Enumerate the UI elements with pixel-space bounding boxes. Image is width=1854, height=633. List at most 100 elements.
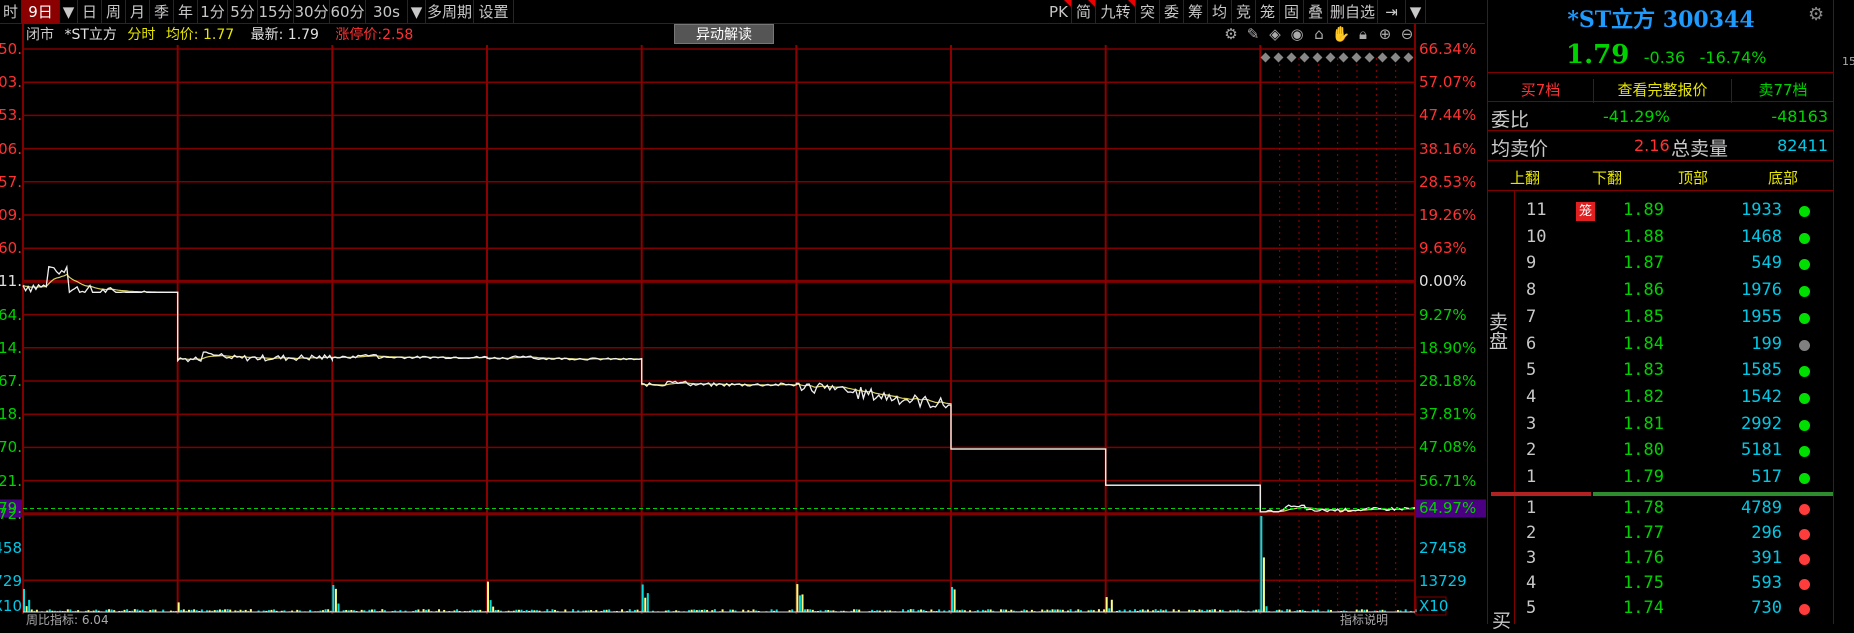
pen-icon[interactable]: ✎ (1242, 25, 1264, 43)
hand-icon[interactable]: ✋ (1330, 25, 1352, 43)
level-number: 7 (1526, 307, 1536, 327)
diamond-marker (1391, 53, 1401, 63)
gear-icon[interactable]: ⚙ (1808, 4, 1824, 25)
sell-level-row[interactable]: 41.821542 (1514, 387, 1834, 412)
level-volume: 296 (1751, 523, 1782, 543)
level-price: 1.75 (1623, 573, 1664, 593)
diamond-icon[interactable]: ◈ (1264, 25, 1286, 43)
level-price: 1.83 (1623, 360, 1664, 380)
pct-axis-label: 57.07% (1419, 74, 1476, 90)
stock-name: *ST立方 (64, 27, 116, 43)
volume-bar (337, 604, 339, 612)
status-dot-icon (1799, 313, 1810, 324)
bottom-button[interactable]: 底部 (1768, 167, 1798, 188)
level-volume: 549 (1751, 253, 1782, 273)
volume-bar (28, 600, 30, 612)
sell-strength-bar (1593, 492, 1833, 496)
mode-label: 分时 (127, 27, 155, 43)
zoom-out-icon[interactable]: ⊖ (1396, 25, 1418, 43)
level-price: 1.77 (1623, 523, 1664, 543)
buy-level-row[interactable]: 11.784789 (1514, 498, 1834, 523)
pct-axis-label: 28.53% (1419, 174, 1476, 190)
sell-level-row[interactable]: 11笼1.891933 (1514, 200, 1834, 225)
top-button[interactable]: 顶部 (1678, 167, 1708, 188)
buy-level-row[interactable]: 21.77296 (1514, 523, 1834, 548)
level-number: 4 (1526, 573, 1536, 593)
eye-icon[interactable]: ◉ (1286, 25, 1308, 43)
volume-bar (642, 584, 644, 612)
buy-level-row[interactable]: 31.76391 (1514, 548, 1834, 573)
diamond-marker (1378, 53, 1388, 63)
volume-axis-label: 729 (0, 573, 22, 589)
volume-bar (1106, 597, 1108, 612)
sell-level-row[interactable]: 71.851955 (1514, 307, 1834, 332)
buy-side-label: 买 (1492, 606, 1511, 633)
level-price: 1.74 (1623, 598, 1664, 618)
status-dot-icon (1799, 604, 1810, 615)
sell-levels-tab[interactable]: 卖77档 (1732, 79, 1834, 100)
market-status: 闭市 (26, 27, 54, 43)
volume-bar (1263, 557, 1265, 612)
volume-bar (332, 585, 334, 612)
gear-icon[interactable]: ⚙ (1220, 25, 1242, 43)
sell-level-row[interactable]: 51.831585 (1514, 360, 1834, 385)
volume-bar (1265, 606, 1267, 612)
full-quote-button[interactable]: 查看完整报价 (1594, 79, 1732, 103)
price-axis-label: .70 (0, 439, 22, 455)
stock-title: *ST立方 300344 (1488, 2, 1834, 34)
volume-bar (954, 589, 956, 612)
level-number: 9 (1526, 253, 1536, 273)
sell-level-row[interactable]: 81.861976 (1514, 280, 1834, 305)
sell-level-row[interactable]: 101.881468 (1514, 227, 1834, 252)
indicator-help-link[interactable]: 指标说明 (1340, 612, 1388, 628)
buy-level-row[interactable]: 5 1.74 730 (1514, 598, 1834, 623)
level-price: 1.76 (1623, 548, 1664, 568)
sell-level-row[interactable]: 31.812992 (1514, 414, 1834, 439)
zoom-in-icon[interactable]: ⊕ (1374, 25, 1396, 43)
level-number: 4 (1526, 387, 1536, 407)
chart-icon-bar: ⚙✎◈◉⌂✋🔒︎⊕⊖ (1220, 25, 1418, 45)
sell-level-row[interactable]: 21.805181 (1514, 440, 1834, 465)
volume-axis-label: X10 (1419, 598, 1448, 614)
status-dot-icon (1799, 473, 1810, 484)
level-volume: 730 (1751, 598, 1782, 618)
level-number: 5 (1526, 598, 1536, 618)
buy-levels-tab[interactable]: 买7档 (1488, 79, 1594, 103)
page-down-button[interactable]: 下翻 (1592, 167, 1622, 188)
volume-bar (1111, 600, 1113, 612)
price-axis-label: .50 (0, 41, 22, 57)
page-up-button[interactable]: 上翻 (1510, 167, 1540, 188)
avg-label: 均价: (166, 27, 199, 43)
pct-axis-label: 19.26% (1419, 207, 1476, 223)
pct-axis-label: 66.34% (1419, 41, 1476, 57)
level-volume: 1585 (1741, 360, 1782, 380)
volume-bar (23, 589, 25, 612)
pct-axis-label: 18.90% (1419, 340, 1476, 356)
pct-axis-label: 0.00% (1419, 273, 1467, 289)
status-dot-icon (1799, 206, 1810, 217)
intraday-chart[interactable] (0, 0, 1486, 624)
avg-sell-price: 2.16 (1634, 136, 1670, 155)
avg-value: 1.77 (203, 27, 234, 43)
sell-level-row[interactable]: 61.84199 (1514, 334, 1834, 359)
sell-level-row[interactable]: 11.79517 (1514, 467, 1834, 492)
level-number: 8 (1526, 280, 1536, 300)
volume-axis-label: X10 (0, 598, 22, 614)
price-axis-label: .11 (0, 273, 22, 289)
anomaly-interpret-button[interactable]: 异动解读 (674, 24, 774, 44)
diamond-marker (1339, 53, 1349, 63)
volume-bar (796, 584, 798, 612)
level-price: 1.82 (1623, 387, 1664, 407)
pct-axis-label: 47.44% (1419, 107, 1476, 123)
avg-sell-label: 均卖价 (1491, 134, 1548, 161)
weibi-value: -48163 (1771, 107, 1828, 126)
pct-axis-label: 47.08% (1419, 439, 1476, 455)
sell-level-row[interactable]: 91.87549 (1514, 253, 1834, 278)
lock-icon[interactable]: 🔒︎ (1352, 25, 1374, 43)
status-dot-icon (1799, 420, 1810, 431)
price-axis-label: .67 (0, 373, 22, 389)
basket-icon[interactable]: ⌂ (1308, 25, 1330, 43)
buy-level-row[interactable]: 41.75593 (1514, 573, 1834, 598)
diamond-marker (1287, 53, 1297, 63)
level-volume: 517 (1751, 467, 1782, 487)
